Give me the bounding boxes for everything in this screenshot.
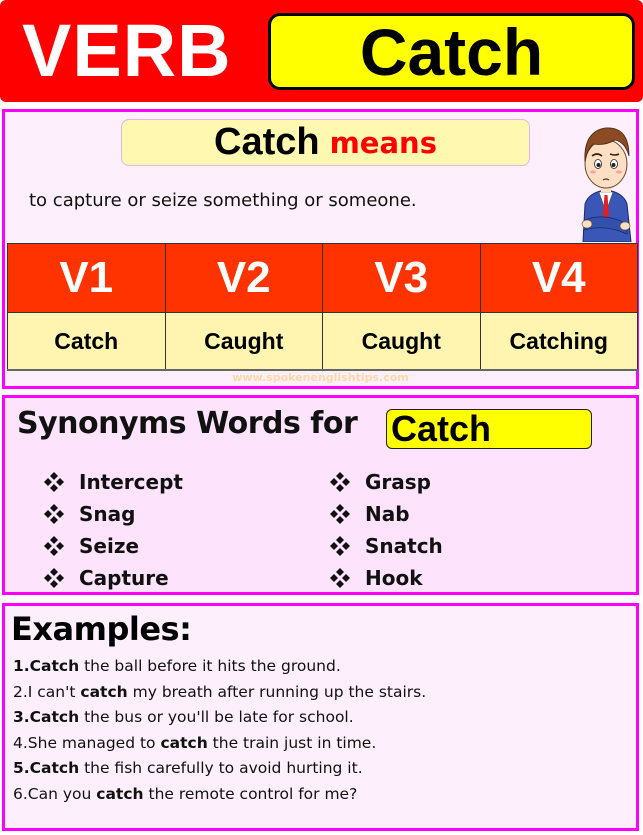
headword-box: Catch <box>268 13 635 90</box>
example-rest: the remote control for me? <box>143 784 358 803</box>
form-header-v2: V2 <box>164 243 323 313</box>
example-rest: the ball before it hits the ground. <box>79 657 341 675</box>
synonym-item: Snatch <box>329 530 443 562</box>
diamond-bullet-icon <box>330 472 350 492</box>
form-header-v4: V4 <box>479 243 638 313</box>
diamond-bullet-icon <box>44 568 64 588</box>
verb-label: VERB <box>22 9 232 92</box>
title-banner: VERB Catch <box>0 0 643 102</box>
form-value-v2: Caught <box>164 312 323 371</box>
synonym-text: Snatch <box>365 534 443 558</box>
example-keyword: catch <box>96 784 144 803</box>
verb-forms-table: V1 V2 V3 V4 Catch Caught Caught Catching <box>7 243 638 371</box>
diamond-bullet-icon <box>44 504 64 524</box>
synonym-text: Nab <box>365 502 410 526</box>
definition-text: to capture or seize something or someone… <box>29 190 417 211</box>
diamond-bullet-icon <box>44 536 64 556</box>
example-keyword: catch <box>80 682 128 701</box>
synonym-item: Intercept <box>43 466 183 498</box>
form-value-v1: Catch <box>7 312 166 371</box>
example-keyword: 3.Catch <box>13 708 80 726</box>
form-header-v3: V3 <box>322 243 481 313</box>
examples-list: 1.Catch the ball before it hits the grou… <box>13 654 426 807</box>
meaning-panel: Catch means to capture or seize somethin… <box>2 109 639 389</box>
synonym-item: Snag <box>43 498 183 530</box>
example-sentence: 3.Catch the bus or you'll be late for sc… <box>13 705 426 731</box>
example-keyword: 5.Catch <box>13 759 80 777</box>
examples-panel: Examples: 1.Catch the ball before it hit… <box>2 603 639 831</box>
synonym-item: Nab <box>329 498 443 530</box>
example-sentence: 5.Catch the fish carefully to avoid hurt… <box>13 756 426 782</box>
verb-forms-value-row: Catch Caught Caught Catching <box>7 312 638 371</box>
synonym-text: Hook <box>365 566 423 590</box>
synonym-text: Snag <box>79 502 136 526</box>
example-rest: the train just in time. <box>207 733 377 752</box>
synonym-item: Grasp <box>329 466 443 498</box>
form-value-v3: Caught <box>322 312 481 371</box>
synonym-item: Capture <box>43 562 183 594</box>
synonym-text: Seize <box>79 534 140 558</box>
synonym-item: Seize <box>43 530 183 562</box>
synonym-text: Intercept <box>79 470 183 494</box>
diamond-bullet-icon <box>330 504 350 524</box>
synonyms-column-1: Intercept Snag Seize Capture <box>43 466 183 594</box>
diamond-bullet-icon <box>330 536 350 556</box>
synonym-text: Capture <box>79 566 169 590</box>
form-value-v4: Catching <box>479 312 638 371</box>
businessman-icon <box>581 127 632 242</box>
means-heading: Catch means <box>121 119 530 166</box>
synonyms-panel: Synonyms Words for Catch Intercept Snag … <box>2 395 639 595</box>
example-keyword: catch <box>160 733 208 752</box>
example-rest: the bus or you'll be late for school. <box>79 708 354 726</box>
synonyms-word: Catch <box>391 408 492 449</box>
example-prefix: 4.She managed to <box>13 733 161 752</box>
diamond-bullet-icon <box>44 472 64 492</box>
means-label: means <box>329 125 437 160</box>
synonyms-column-2: Grasp Nab Snatch Hook <box>329 466 443 594</box>
means-word: Catch <box>214 121 320 163</box>
verb-forms-header-row: V1 V2 V3 V4 <box>7 243 638 313</box>
examples-title: Examples: <box>11 610 192 648</box>
example-sentence: 6.Can you catch the remote control for m… <box>13 782 426 808</box>
headword: Catch <box>359 14 544 89</box>
synonyms-title: Synonyms Words for <box>17 406 358 441</box>
synonyms-word-box: Catch <box>386 409 592 449</box>
example-sentence: 2.I can't catch my breath after running … <box>13 680 426 706</box>
example-prefix: 2.I can't <box>13 682 81 701</box>
form-header-v1: V1 <box>7 243 166 313</box>
example-rest: the fish carefully to avoid hurting it. <box>79 759 363 777</box>
diamond-bullet-icon <box>330 568 350 588</box>
example-rest: my breath after running up the stairs. <box>127 682 427 701</box>
synonym-item: Hook <box>329 562 443 594</box>
example-sentence: 4.She managed to catch the train just in… <box>13 731 426 757</box>
synonym-text: Grasp <box>365 470 431 494</box>
example-prefix: 6.Can you <box>13 784 97 803</box>
watermark: www.spokenenglishtips.com <box>232 371 409 384</box>
example-keyword: 1.Catch <box>13 657 80 675</box>
example-sentence: 1.Catch the ball before it hits the grou… <box>13 654 426 680</box>
